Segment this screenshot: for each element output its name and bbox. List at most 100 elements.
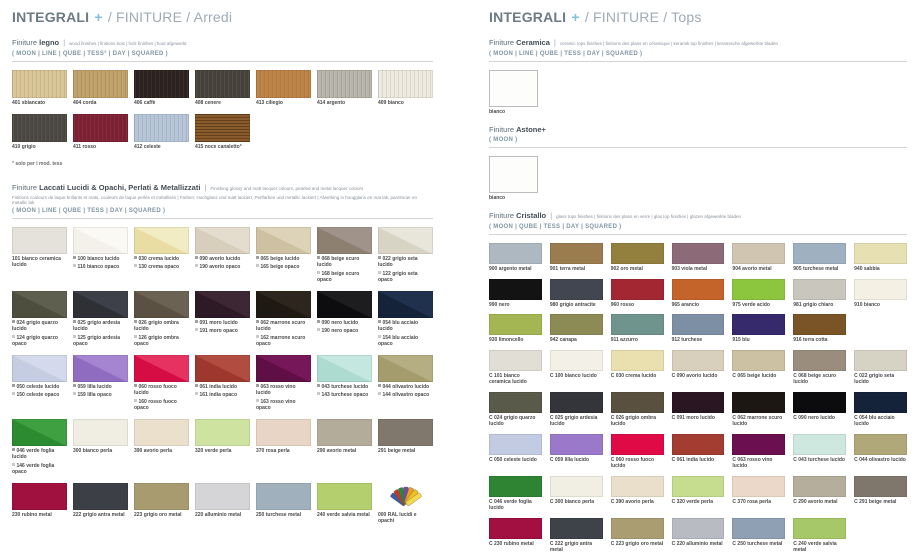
swatch-cell: 911 azzurro: [611, 314, 664, 344]
swatch-label-text: 406 caffè: [134, 100, 155, 106]
swatch-label-text: 904 avorio metal: [732, 266, 771, 272]
color-swatch: [378, 355, 433, 382]
swatch-label: bianco: [489, 109, 907, 115]
color-swatch: [550, 392, 603, 413]
swatch-cell: C 240 verde salvia metal: [793, 518, 846, 554]
swatch-label: C 390 avorio perla: [611, 499, 664, 506]
color-swatch: [256, 355, 311, 382]
swatch-cell: C 370 rosa perla: [732, 476, 785, 512]
swatch-label-text: C 370 rosa perla: [732, 499, 771, 505]
swatch-label-text: C 026 grigio ombra lucido: [611, 415, 656, 428]
swatch-label: C 090 avorio lucido: [672, 373, 725, 380]
models-list: ( MOON ): [489, 137, 907, 143]
swatch-label: C 025 grigio ardesia lucido: [550, 415, 603, 428]
swatch-label: 404 corda: [73, 100, 128, 107]
swatch-cell: C 291 beige metal: [854, 476, 907, 512]
swatch-label: 942 canapa: [550, 337, 603, 344]
matte-finish-icon: [378, 392, 381, 395]
gloss-finish-icon: [256, 320, 259, 323]
swatch-cell: 960 rosso: [611, 279, 664, 309]
swatch-label: 910 bianco: [854, 302, 907, 309]
swatch-cell: 222 grigio antra metal: [73, 483, 128, 525]
swatch-label-text: 146 verde foglia opaco: [12, 463, 54, 476]
models-list: ( MOON | LINE | QUBE | TESS° | DAY | SQU…: [12, 51, 433, 57]
swatch-cell: C 090 nero lucido: [793, 392, 846, 428]
color-swatch: [256, 70, 311, 98]
color-swatch: [793, 392, 846, 413]
color-swatch: [195, 70, 250, 98]
color-swatch: [195, 483, 250, 510]
swatch-label: C 065 beige lucido: [732, 373, 785, 380]
gloss-finish-icon: [12, 448, 15, 451]
swatch-label-text: C 290 avorio metal: [793, 499, 837, 505]
swatch-label: 125 grigio ardesia opaco: [73, 335, 128, 348]
swatch-label-text: 980 grigio antracite: [550, 302, 596, 308]
color-swatch: [378, 227, 433, 254]
swatch-label: 162 marrone scuro opaco: [256, 335, 311, 348]
swatch-label-text: 024 grigio quarzo lucido: [12, 320, 58, 333]
swatch-label: C 024 grigio quarzo lucido: [489, 415, 542, 428]
swatch-label: 390 avorio perla: [134, 448, 189, 455]
swatch-label: 230 rubino metal: [12, 512, 67, 519]
swatch-cell: 060 rosso fuoco lucido160 rosso fuoco op…: [134, 355, 189, 412]
color-swatch: [12, 291, 67, 318]
color-swatch: [317, 227, 372, 254]
divider-bar: |: [61, 40, 67, 47]
color-swatch: [195, 227, 250, 254]
swatch-cell: 030 crema lucido130 crema opaco: [134, 227, 189, 284]
section-laccati: Finiture Laccati Lucidi & Opachi, Perlat…: [12, 183, 433, 524]
swatch-label: 043 turchese lucido: [317, 384, 372, 391]
color-swatch: [489, 518, 542, 539]
color-swatch: [550, 476, 603, 497]
swatch-label: 160 rosso fuoco opaco: [134, 399, 189, 412]
swatch-label-text: C 059 lilla lucido: [550, 457, 589, 463]
color-swatch: [195, 355, 250, 382]
section-languages: wood finishes | finitions bois | holz fi…: [69, 41, 186, 46]
color-swatch: [378, 419, 433, 446]
swatch-label-text: 043 turchese lucido: [322, 384, 369, 390]
divider-bar: |: [552, 40, 558, 47]
swatch-label: 146 verde foglia opaco: [12, 463, 67, 476]
swatch-label-text: 901 terra metal: [550, 266, 585, 272]
section-ceramica: Finiture Ceramica | ceramic tops finishe…: [489, 38, 907, 115]
swatch-label: 320 verde perla: [195, 448, 250, 455]
color-swatch: [489, 434, 542, 455]
swatch-label: 410 grigio: [12, 144, 67, 151]
swatch-label: 190 nero opaco: [317, 328, 372, 335]
swatch-label: 415 noce canaletto°: [195, 144, 250, 151]
swatch-label: 406 caffè: [134, 100, 189, 107]
swatch-label-text: 411 rosso: [73, 144, 96, 150]
swatch-cell: 990 nero: [489, 279, 542, 309]
color-swatch: [489, 392, 542, 413]
color-swatch: [134, 70, 189, 98]
swatch-label-text: 126 grigio ombra opaco: [134, 335, 179, 348]
swatch-label-text: C 390 avorio perla: [611, 499, 654, 505]
swatch-label-text: C 100 bianco lucido: [550, 373, 597, 379]
swatch-label: 000 RAL lucidi e opachi: [378, 512, 433, 525]
swatch-label-text: 091 moro lucido: [200, 320, 238, 326]
matte-finish-icon: [195, 328, 198, 331]
swatch-label: 044 olivastro lucido: [378, 384, 433, 391]
color-swatch: [489, 70, 538, 107]
swatch-label-text: C 291 beige metal: [854, 499, 896, 505]
gloss-finish-icon: [317, 256, 320, 259]
swatch-cell: 059 lilla lucido159 lilla opaco: [73, 355, 128, 412]
swatch-cell: 220 alluminio metal: [195, 483, 250, 525]
section-astone-header: Finiture Astone+: [489, 125, 907, 134]
color-swatch: [611, 279, 664, 300]
swatch-label-text: C 240 verde salvia metal: [793, 541, 836, 554]
color-swatch: [317, 355, 372, 382]
swatch-label: 144 olivastro opaco: [378, 392, 433, 399]
color-swatch: [73, 70, 128, 98]
swatch-label: C 061 india lucido: [672, 457, 725, 464]
swatch-cell: 401 sbiancato: [12, 70, 67, 107]
swatch-label-text: 390 avorio perla: [134, 448, 172, 454]
swatch-label: 912 turchese: [672, 337, 725, 344]
swatch-label: 965 arancio: [672, 302, 725, 309]
swatch-label: 240 verde salvia metal: [317, 512, 372, 519]
swatch-cell: C 250 turchese metal: [732, 518, 785, 554]
color-swatch: [672, 314, 725, 335]
swatch-cell: 408 cenere: [195, 70, 250, 107]
swatch-label-text: 090 avorio lucido: [200, 256, 241, 262]
color-swatch: [256, 483, 311, 510]
